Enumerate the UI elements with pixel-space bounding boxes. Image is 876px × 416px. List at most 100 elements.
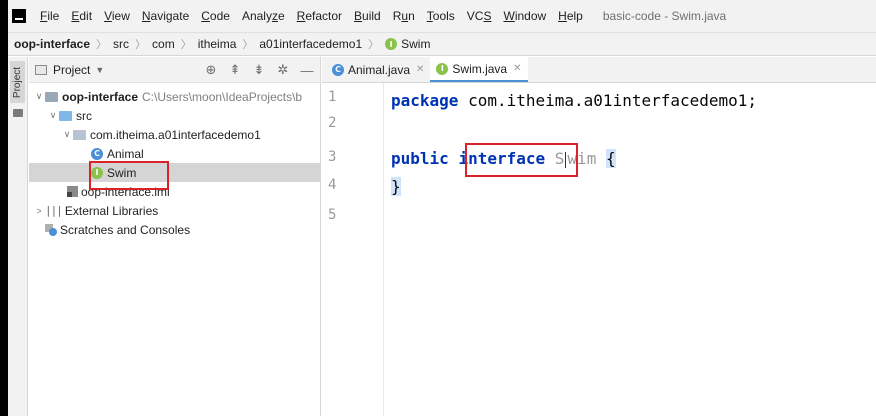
collapse-all-icon[interactable]: ⇟ — [252, 62, 266, 78]
close-brace: } — [391, 177, 401, 196]
menu-window[interactable]: Window — [497, 9, 552, 23]
tree-node-swim[interactable]: I Swim — [29, 163, 321, 182]
tree-node-iml[interactable]: oop-interface.iml — [29, 182, 321, 201]
tree-node-package[interactable]: ∨ com.itheima.a01interfacedemo1 — [29, 125, 321, 144]
tree-label: Animal — [107, 146, 144, 161]
module-folder-icon — [45, 91, 58, 102]
tab-label: Swim.java — [452, 61, 508, 76]
project-pane-header: Project ▼ ⊕ ⇞ ⇟ ✲ — — [29, 57, 320, 83]
tree-label: Swim — [107, 165, 137, 180]
package-name: com.itheima.a01interfacedemo1; — [458, 91, 758, 110]
menu-build[interactable]: Build — [348, 9, 387, 23]
line-number: 2 — [328, 115, 337, 131]
close-icon[interactable]: ✕ — [513, 63, 521, 74]
menu-view[interactable]: View — [98, 9, 136, 23]
chevron-right-icon[interactable]: > — [33, 206, 45, 216]
project-view-selector[interactable]: Project — [53, 63, 90, 77]
menu-tools[interactable]: Tools — [421, 9, 461, 23]
tab-label: Animal.java — [348, 62, 411, 77]
tree-label: oop-interface.iml — [81, 184, 170, 199]
open-brace: { — [605, 149, 616, 168]
screen-edge — [0, 0, 8, 416]
keyword: public — [391, 149, 449, 168]
module-file-icon — [67, 186, 78, 197]
line-number: 5 — [328, 207, 337, 223]
menu-code[interactable]: Code — [195, 9, 236, 23]
intellij-logo-icon — [12, 9, 26, 23]
breadcrumb-itheima[interactable]: itheima — [198, 37, 237, 51]
chevron-down-icon[interactable]: ▼ — [95, 65, 104, 75]
chevron-down-icon[interactable]: ∨ — [33, 91, 45, 102]
interface-icon: I — [385, 38, 398, 50]
chevron-right-icon: 〉 — [180, 39, 192, 51]
tool-window-stripe: Project — [8, 57, 28, 416]
project-tool-tab[interactable]: Project — [10, 61, 25, 103]
chevron-right-icon: 〉 — [96, 39, 108, 51]
tab-animal-java[interactable]: C Animal.java ✕ — [326, 57, 430, 82]
chevron-right-icon: 〉 — [135, 39, 147, 51]
tree-label: External Libraries — [64, 203, 159, 218]
interface-name: wim — [567, 149, 597, 168]
menu-analyze[interactable]: Analyze — [236, 9, 291, 23]
code-area[interactable]: package com.itheima.a01interfacedemo1; p… — [385, 83, 876, 416]
library-icon: ||| — [45, 204, 63, 217]
menu-file[interactable]: File — [34, 9, 65, 23]
interface-icon: I — [91, 166, 103, 179]
tab-swim-java[interactable]: I Swim.java ✕ — [430, 57, 528, 82]
tree-label: Scratches and Consoles — [60, 222, 191, 237]
package-icon — [73, 129, 86, 140]
project-view-icon — [35, 64, 47, 75]
scratches-icon — [45, 223, 57, 236]
class-icon: C — [332, 63, 344, 76]
breadcrumb-package[interactable]: a01interfacedemo1 — [259, 37, 362, 51]
line-number: 4 — [328, 177, 337, 193]
folder-icon — [13, 109, 23, 117]
ide-window: File Edit View Navigate Code Analyze Ref… — [0, 0, 876, 416]
window-title: basic-code - Swim.java — [602, 9, 727, 23]
tree-label: com.itheima.a01interfacedemo1 — [90, 127, 261, 142]
tree-node-project[interactable]: ∨ oop-interface C:\Users\moon\IdeaProjec… — [29, 87, 321, 106]
tree-node-animal[interactable]: C Animal — [29, 144, 321, 163]
code-line-4: } — [391, 175, 401, 199]
interface-icon: I — [436, 62, 449, 75]
chevron-down-icon[interactable]: ∨ — [47, 110, 59, 121]
tree-node-external-libraries[interactable]: > ||| External Libraries — [29, 201, 321, 220]
editor-tabs: C Animal.java ✕ I Swim.java ✕ — [322, 57, 876, 83]
tree-label: oop-interface — [62, 89, 139, 104]
editor: C Animal.java ✕ I Swim.java ✕ 1 2 3 4 5 … — [322, 57, 876, 416]
expand-all-icon[interactable]: ⇞ — [228, 62, 242, 78]
menu-run[interactable]: Run — [387, 9, 421, 23]
line-number: 3 — [328, 149, 337, 165]
menu-refactor[interactable]: Refactor — [291, 9, 348, 23]
line-number-gutter: 1 2 3 4 5 — [322, 83, 384, 416]
chevron-right-icon: 〉 — [368, 39, 380, 51]
menu-navigate[interactable]: Navigate — [136, 9, 195, 23]
tree-node-src[interactable]: ∨ src — [29, 106, 321, 125]
project-path: C:\Users\moon\IdeaProjects\b — [142, 89, 303, 104]
hide-icon[interactable]: — — [300, 63, 314, 78]
breadcrumb-src[interactable]: src — [113, 37, 129, 51]
code-line-3: public interface Swim { — [391, 147, 616, 171]
breadcrumb: oop-interface 〉 src 〉 com 〉 itheima 〉 a0… — [8, 32, 876, 56]
breadcrumb-com[interactable]: com — [152, 37, 175, 51]
gear-icon[interactable]: ✲ — [276, 62, 290, 78]
tree-label: src — [76, 108, 92, 123]
breadcrumb-project[interactable]: oop-interface — [14, 37, 90, 51]
keyword: package — [391, 91, 459, 110]
menu-bar: File Edit View Navigate Code Analyze Ref… — [8, 0, 876, 32]
keyword-interface: interface — [458, 149, 546, 168]
menu-vcs[interactable]: VCS — [461, 9, 498, 23]
chevron-right-icon: 〉 — [242, 39, 254, 51]
locate-file-icon[interactable]: ⊕ — [204, 62, 218, 78]
code-line-1: package com.itheima.a01interfacedemo1; — [391, 89, 757, 113]
menu-help[interactable]: Help — [552, 9, 589, 23]
interface-name: S — [554, 149, 565, 168]
breadcrumb-swim[interactable]: Swim — [401, 37, 430, 51]
chevron-down-icon[interactable]: ∨ — [61, 129, 73, 140]
project-pane: Project ▼ ⊕ ⇞ ⇟ ✲ — ∨ oop-interface C:\U… — [29, 57, 321, 416]
line-number: 1 — [328, 89, 337, 105]
source-folder-icon — [59, 110, 72, 121]
tree-node-scratches[interactable]: Scratches and Consoles — [29, 220, 321, 239]
close-icon[interactable]: ✕ — [416, 64, 424, 75]
menu-edit[interactable]: Edit — [65, 9, 98, 23]
